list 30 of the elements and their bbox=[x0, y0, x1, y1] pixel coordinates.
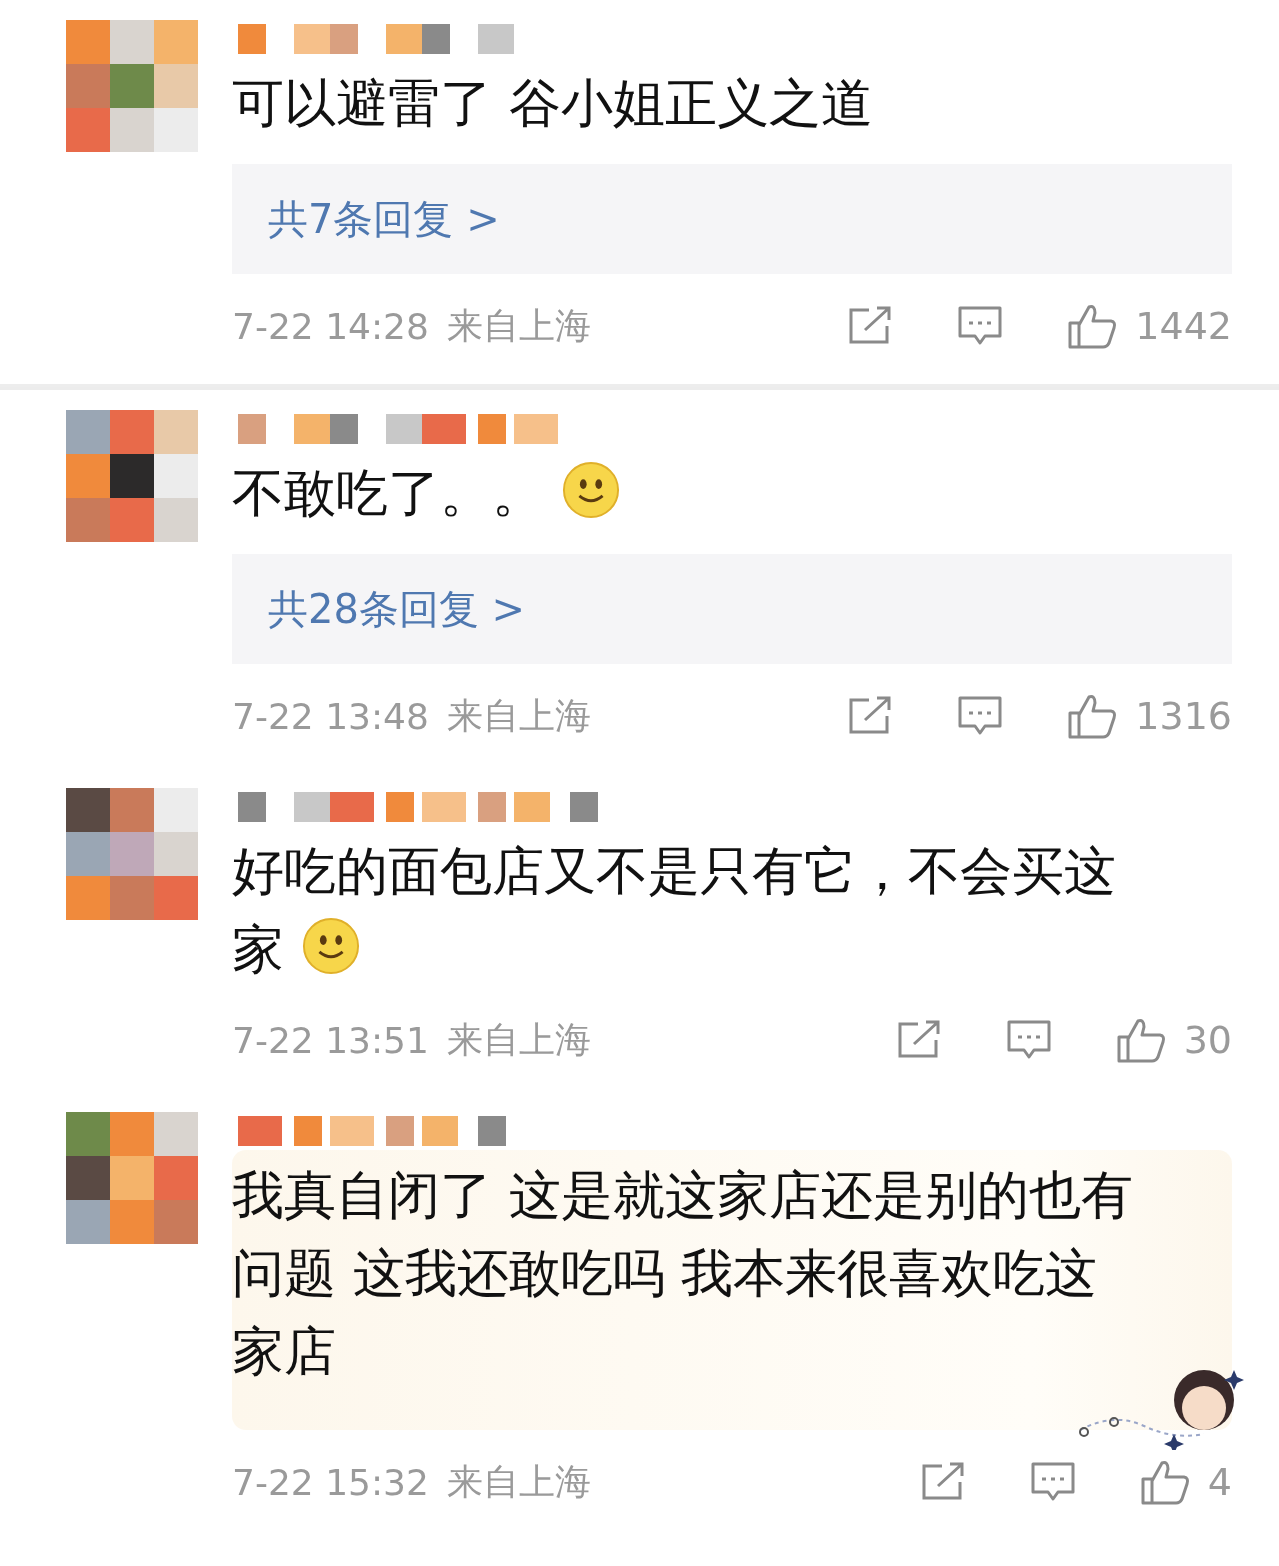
timestamp: 7-22 13:48 bbox=[232, 695, 429, 737]
like-count: 1316 bbox=[1135, 694, 1232, 738]
like-count: 1442 bbox=[1135, 304, 1232, 348]
location: 来自上海 bbox=[446, 1459, 591, 1504]
comment-text: 我真自闭了 这是就这家店还是别的也有 问题 这我还敢吃吗 我本来很喜欢吃这 家店 bbox=[232, 1164, 1133, 1383]
replies-link[interactable]: 共28条回复 > bbox=[232, 554, 1232, 664]
comment-icon[interactable] bbox=[1005, 1019, 1052, 1061]
location: 来自上海 bbox=[446, 303, 591, 348]
share-icon[interactable] bbox=[847, 696, 894, 736]
timestamp: 7-22 14:28 bbox=[232, 305, 429, 347]
thumbs-up-icon[interactable] bbox=[1139, 1459, 1190, 1505]
share-icon[interactable] bbox=[847, 306, 894, 346]
thumbs-up-icon[interactable] bbox=[1067, 303, 1118, 349]
timestamp: 7-22 15:32 bbox=[232, 1461, 429, 1503]
location: 来自上海 bbox=[446, 1017, 591, 1062]
smiley-icon bbox=[302, 917, 360, 975]
like-count: 4 bbox=[1207, 1460, 1232, 1504]
comment-icon[interactable] bbox=[1029, 1461, 1076, 1503]
comment-text: 不敢吃了。。 bbox=[232, 454, 620, 532]
thumbs-up-icon[interactable] bbox=[1067, 693, 1118, 739]
timestamp: 7-22 13:51 bbox=[232, 1019, 429, 1061]
comment-icon[interactable] bbox=[957, 305, 1004, 347]
thumbs-up-icon[interactable] bbox=[1115, 1017, 1166, 1063]
replies-link[interactable]: 共7条回复 > bbox=[232, 164, 1232, 274]
location: 来自上海 bbox=[446, 693, 591, 738]
comment-text: 好吃的面包店又不是只有它，不会买这 家 bbox=[232, 840, 1116, 981]
comment-text: 可以避雷了 谷小姐正义之道 bbox=[232, 72, 873, 135]
like-count: 30 bbox=[1183, 1018, 1232, 1062]
smiley-icon bbox=[562, 461, 620, 519]
comment-icon[interactable] bbox=[957, 695, 1004, 737]
